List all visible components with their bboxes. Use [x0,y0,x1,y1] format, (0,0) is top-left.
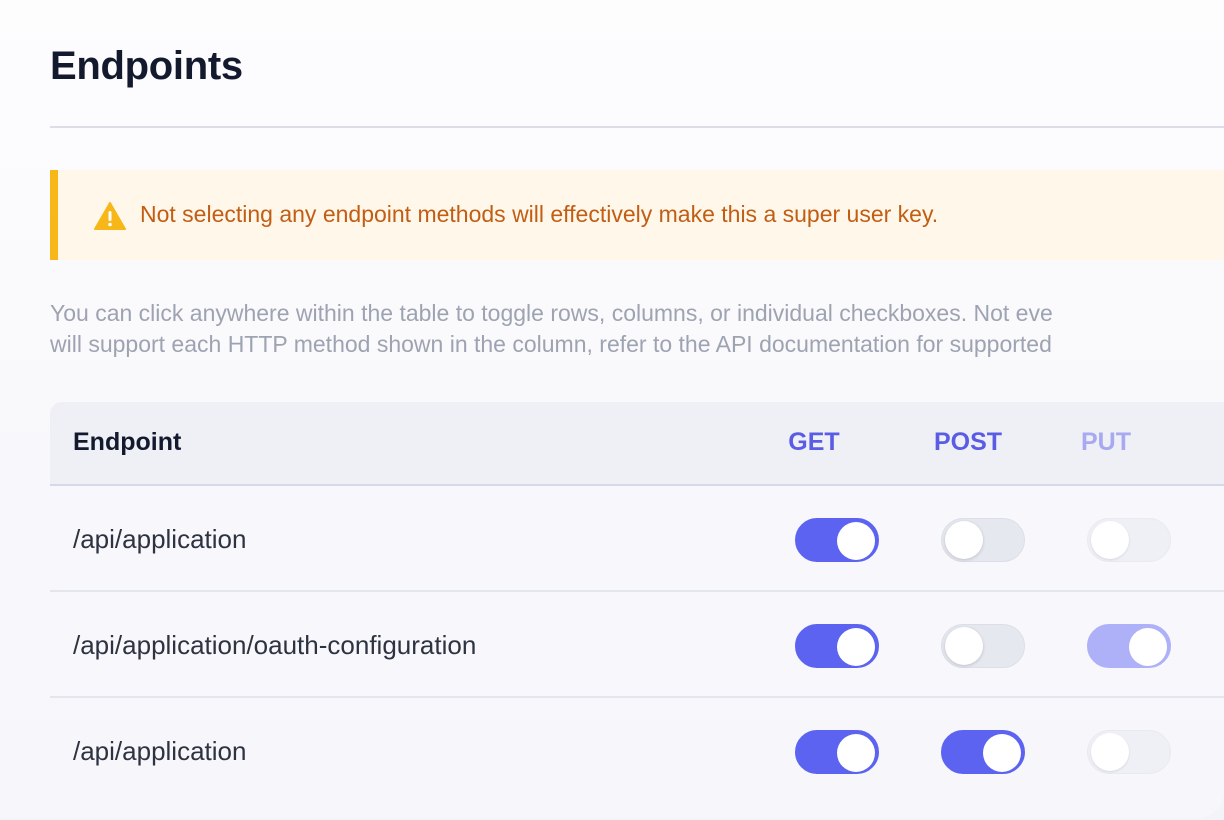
toggle-knob [1091,733,1129,771]
toggle-knob [983,734,1021,772]
endpoint-path: /api/application/oauth-configuration [73,630,477,660]
put-toggle[interactable] [1087,518,1171,562]
toggle-knob [1091,521,1129,559]
warning-text: Not selecting any endpoint methods will … [140,201,939,227]
column-header-endpoint: Endpoint [73,428,182,456]
get-toggle[interactable] [795,518,879,562]
help-text: You can click anywhere within the table … [50,298,1224,360]
page-title: Endpoints [50,44,243,88]
post-toggle[interactable] [941,518,1025,562]
toggle-knob [945,627,983,665]
warning-banner: Not selecting any endpoint methods will … [50,170,1224,260]
table-row[interactable]: /api/application [50,486,1224,592]
post-toggle[interactable] [941,730,1025,774]
put-toggle[interactable] [1087,730,1171,774]
warning-icon [94,202,126,230]
help-text-line-1: You can click anywhere within the table … [50,300,1053,326]
endpoints-table[interactable]: Endpoint GET POST PUT /api/application /… [50,402,1224,818]
toggle-knob [1129,628,1167,666]
endpoint-path: /api/application [73,736,247,766]
title-divider [50,126,1224,128]
column-header-post[interactable]: POST [926,428,1010,457]
get-toggle[interactable] [795,624,879,668]
column-header-get[interactable]: GET [772,428,856,457]
toggle-knob [837,628,875,666]
help-text-line-2: will support each HTTP method shown in t… [50,331,1052,357]
toggle-knob [837,522,875,560]
put-toggle[interactable] [1087,624,1171,668]
toggle-knob [945,521,983,559]
get-toggle[interactable] [795,730,879,774]
toggle-knob [837,734,875,772]
endpoints-card: Endpoints Not selecting any endpoint met… [0,0,1224,818]
endpoint-path: /api/application [73,524,247,554]
table-header: Endpoint GET POST PUT [50,402,1224,486]
table-row[interactable]: /api/application [50,698,1224,804]
table-row[interactable]: /api/application/oauth-configuration [50,592,1224,698]
column-header-put[interactable]: PUT [1064,428,1148,457]
post-toggle[interactable] [941,624,1025,668]
